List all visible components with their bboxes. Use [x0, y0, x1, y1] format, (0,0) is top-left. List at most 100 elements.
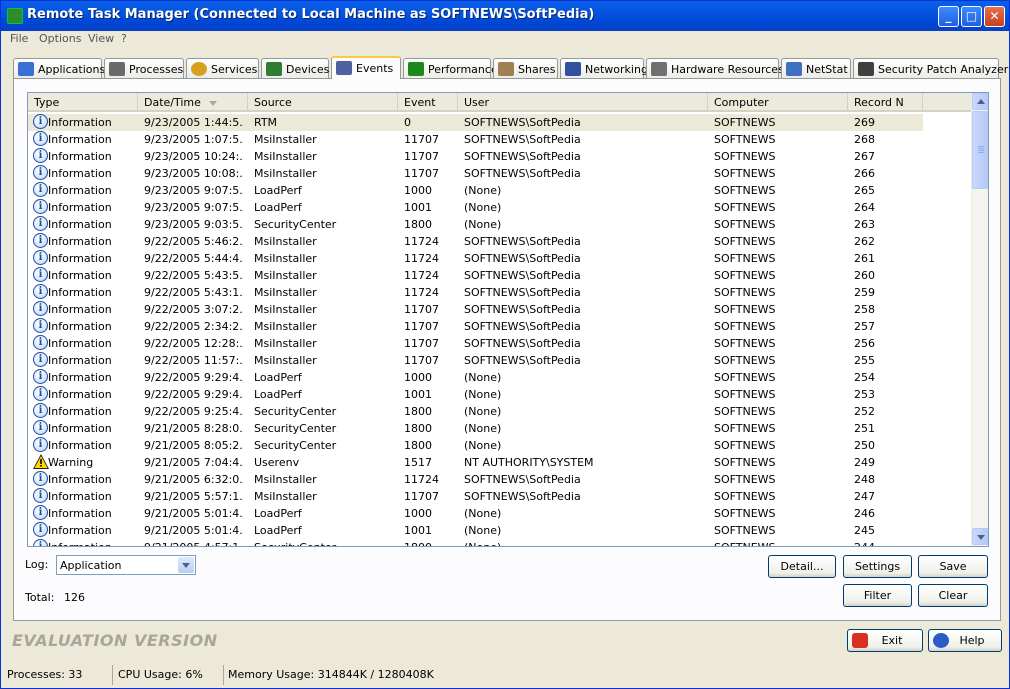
filter-button[interactable]: Filter: [843, 584, 912, 607]
cell-event: 11707: [404, 167, 439, 180]
table-row[interactable]: i Information 9/21/2005 5:57:1... MsiInstal…: [28, 488, 973, 505]
cell-event: 11724: [404, 286, 439, 299]
menu-help[interactable]: ?: [121, 32, 127, 45]
column-user[interactable]: User: [458, 93, 708, 112]
cell-type: Information: [48, 320, 112, 333]
table-row[interactable]: i Information 9/21/2005 5:01:4... LoadPerf 1…: [28, 522, 973, 539]
vertical-scrollbar[interactable]: [971, 93, 988, 546]
close-button[interactable]: ✕: [984, 6, 1005, 27]
table-row[interactable]: i Information 9/23/2005 9:03:5... SecurityC…: [28, 216, 973, 233]
table-row[interactable]: i Information 9/22/2005 5:44:4... MsiInstal…: [28, 250, 973, 267]
cell-type: Information: [48, 167, 112, 180]
save-button[interactable]: Save: [918, 555, 988, 578]
clear-button[interactable]: Clear: [918, 584, 988, 607]
cell-computer: SOFTNEWS: [714, 218, 776, 231]
menu-view[interactable]: View: [88, 32, 114, 45]
table-row[interactable]: i Information 9/23/2005 10:24:... MsiInstal…: [28, 148, 973, 165]
warning-icon: [33, 454, 49, 469]
title-bar[interactable]: Remote Task Manager (Connected to Local …: [1, 1, 1009, 31]
table-row[interactable]: i Information 9/22/2005 3:07:2... MsiInstal…: [28, 301, 973, 318]
menu-options[interactable]: Options: [39, 32, 81, 45]
settings-button[interactable]: Settings: [843, 555, 912, 578]
tab-shares[interactable]: Shares: [493, 58, 558, 79]
table-row[interactable]: i Information 9/22/2005 12:28:... MsiInstal…: [28, 335, 973, 352]
cell-event: 11707: [404, 490, 439, 503]
detail-button[interactable]: Detail...: [768, 555, 836, 578]
table-row[interactable]: i Information 9/22/2005 11:57:... MsiInstal…: [28, 352, 973, 369]
cell-record: 257: [854, 320, 875, 333]
table-row[interactable]: i Information 9/23/2005 9:07:5... LoadPerf 1…: [28, 199, 973, 216]
table-row[interactable]: i Information 9/22/2005 5:43:5... MsiInstal…: [28, 267, 973, 284]
tab-networking[interactable]: Networking: [560, 58, 648, 79]
column-datetime[interactable]: Date/Time: [138, 93, 248, 112]
cell-source: MsiInstaller: [254, 490, 317, 503]
scroll-down-button[interactable]: [972, 528, 988, 545]
cell-datetime: 9/22/2005 12:28:...: [144, 337, 244, 350]
cell-source: SecurityCenter: [254, 541, 394, 546]
table-row[interactable]: i Information 9/21/2005 8:28:0... SecurityC…: [28, 420, 973, 437]
cell-source: MsiInstaller: [254, 269, 317, 282]
table-row[interactable]: i Information 9/23/2005 9:07:5... LoadPerf 1…: [28, 182, 973, 199]
cell-computer: SOFTNEWS: [714, 167, 776, 180]
tab-hardware-resources[interactable]: Hardware Resources: [646, 58, 784, 79]
tab-netstat[interactable]: NetStat: [781, 58, 851, 79]
cell-datetime: 9/22/2005 5:43:1...: [144, 286, 244, 299]
chevron-down-icon: [977, 535, 985, 540]
maximize-button[interactable]: □: [961, 6, 982, 27]
table-row[interactable]: i Information 9/23/2005 1:07:5... MsiInstal…: [28, 131, 973, 148]
cell-type: Information: [48, 252, 112, 265]
table-row[interactable]: Warning 9/21/2005 7:04:4... Userenv 1517 NT …: [28, 454, 973, 471]
cell-source: MsiInstaller: [254, 473, 317, 486]
table-row[interactable]: i Information 9/23/2005 10:08:... MsiInstal…: [28, 165, 973, 182]
tab-processes[interactable]: Processes: [104, 58, 184, 79]
column-computer[interactable]: Computer: [708, 93, 848, 112]
column-event[interactable]: Event: [398, 93, 458, 112]
applications-icon: [18, 62, 34, 76]
cell-record: 265: [854, 184, 875, 197]
cell-record: 253: [854, 388, 875, 401]
table-row[interactable]: i Information 9/21/2005 5:01:4... LoadPerf 1…: [28, 505, 973, 522]
tab-applications[interactable]: Applications: [13, 58, 105, 79]
cell-user: (None): [464, 371, 502, 384]
tab-devices[interactable]: Devices: [261, 58, 329, 79]
menu-file[interactable]: File: [10, 32, 28, 45]
tab-events[interactable]: Events: [331, 56, 401, 79]
column-type[interactable]: Type: [28, 93, 138, 112]
cell-type: Information: [48, 405, 112, 418]
minimize-button[interactable]: _: [938, 6, 959, 27]
table-row[interactable]: i Information 9/22/2005 5:46:2... MsiInstal…: [28, 233, 973, 250]
events-list[interactable]: Type Date/Time Source Event User Compute…: [27, 92, 989, 547]
cell-record: 256: [854, 337, 875, 350]
chevron-up-icon: [977, 99, 985, 104]
help-button[interactable]: Help: [928, 629, 1002, 652]
table-row[interactable]: i Information 9/22/2005 9:25:4... SecurityC…: [28, 403, 973, 420]
table-row[interactable]: i Information 9/23/2005 1:44:5... RTM 0 SOFTN…: [28, 114, 973, 131]
exit-button[interactable]: Exit: [847, 629, 923, 652]
status-memory: Memory Usage: 314844K / 1280408K: [228, 668, 434, 681]
table-row[interactable]: iInformation 9/21/2005 4:57:1... SecurityC…: [28, 539, 973, 546]
cell-datetime: 9/22/2005 5:44:4...: [144, 252, 244, 265]
table-row[interactable]: i Information 9/21/2005 6:32:0... MsiInstal…: [28, 471, 973, 488]
table-row[interactable]: i Information 9/22/2005 9:29:4... LoadPerf 1…: [28, 386, 973, 403]
tab-security-patch-analyzer[interactable]: Security Patch Analyzer: [853, 58, 1008, 79]
cell-user: SOFTNEWS\SoftPedia: [464, 490, 581, 503]
table-row[interactable]: i Information 9/22/2005 9:29:4... LoadPerf 1…: [28, 369, 973, 386]
table-row[interactable]: i Information 9/22/2005 5:43:1... MsiInstal…: [28, 284, 973, 301]
cell-event: 11707: [404, 337, 439, 350]
scroll-thumb[interactable]: [972, 111, 988, 189]
scroll-up-button[interactable]: [972, 93, 988, 110]
column-record[interactable]: Record N: [848, 93, 923, 112]
chevron-down-icon[interactable]: [178, 557, 194, 573]
hardware-icon: [651, 62, 667, 76]
table-row[interactable]: i Information 9/22/2005 2:34:2... MsiInstal…: [28, 318, 973, 335]
tab-services[interactable]: Services: [186, 58, 259, 79]
cell-user: (None): [464, 524, 502, 537]
cell-computer: SOFTNEWS: [714, 490, 776, 503]
cell-computer: SOFTNEWS: [714, 541, 844, 546]
tab-performance[interactable]: Performance: [403, 58, 498, 79]
log-select[interactable]: Application: [56, 555, 196, 575]
cell-computer: SOFTNEWS: [714, 320, 776, 333]
information-icon: i: [33, 403, 48, 418]
column-source[interactable]: Source: [248, 93, 398, 112]
table-row[interactable]: i Information 9/21/2005 8:05:2... SecurityC…: [28, 437, 973, 454]
